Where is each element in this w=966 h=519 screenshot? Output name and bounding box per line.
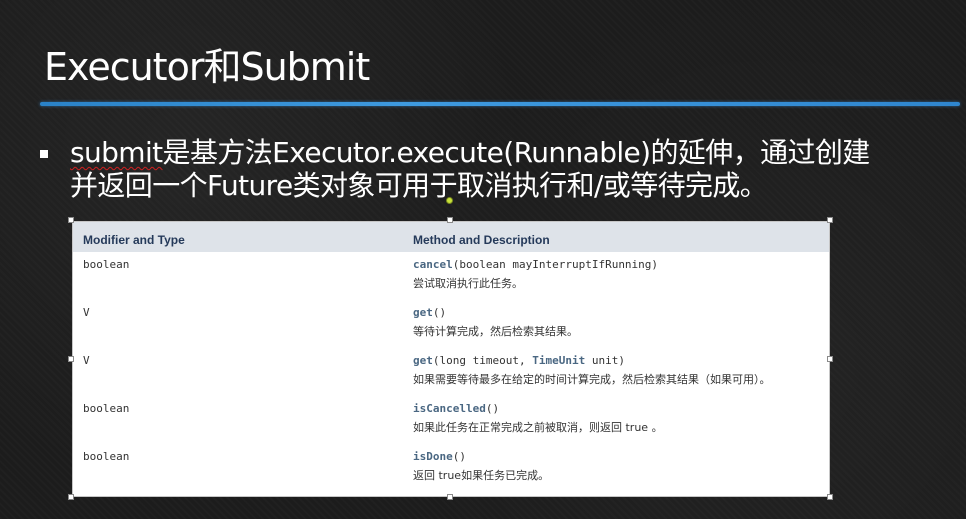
spellcheck-underlined-word: submit — [70, 136, 163, 169]
table-row: boolean cancel(boolean mayInterruptIfRun… — [73, 252, 829, 300]
method-name: get — [413, 354, 433, 367]
method-args-post: unit) — [585, 354, 625, 367]
bullet-point: submit是基方法Executor.execute(Runnable)的延伸，… — [40, 136, 950, 202]
method-table-image[interactable]: Modifier and Type Method and Description… — [72, 221, 830, 497]
method-args: () — [452, 450, 466, 463]
method-signature: isDone() — [413, 450, 819, 463]
resize-handle-right[interactable] — [827, 356, 833, 362]
table-row: V get() 等待计算完成，然后检索其结果。 — [73, 300, 829, 348]
title-underline-bar — [40, 102, 960, 106]
method-args: () — [432, 306, 447, 319]
method-description: 如果需要等待最多在给定的时间计算完成，然后检索其结果（如果可用）。 — [413, 373, 771, 386]
row-type: V — [83, 306, 90, 319]
row-type: boolean — [83, 258, 130, 271]
table-header-row: Modifier and Type Method and Description — [73, 222, 829, 252]
row-type: boolean — [83, 450, 130, 463]
method-args: (boolean mayInterruptIfRunning) — [452, 258, 659, 271]
resize-handle-bottom[interactable] — [447, 494, 453, 500]
bullet-text-line2: 并返回一个Future类对象可用于取消执行和/或等待完成。 — [70, 169, 768, 202]
row-type: V — [83, 354, 90, 367]
table-row: boolean isDone() 返回 true如果任务已完成。 — [73, 444, 829, 492]
row-method-cell: get() 等待计算完成，然后检索其结果。 — [403, 300, 829, 348]
resize-handle-top-right[interactable] — [827, 217, 833, 223]
method-name: get — [413, 306, 433, 319]
resize-handle-bottom-right[interactable] — [827, 494, 833, 500]
method-args-pre: (long timeout, — [432, 354, 533, 367]
method-description: 尝试取消执行此任务。 — [413, 277, 523, 290]
method-args: () — [485, 402, 500, 415]
bullet-text: submit是基方法Executor.execute(Runnable)的延伸，… — [70, 136, 950, 202]
header-modifier-type: Modifier and Type — [73, 222, 403, 252]
table-row: V get(long timeout, TimeUnit unit) 如果需要等… — [73, 348, 829, 396]
method-signature: isCancelled() — [413, 402, 819, 415]
bullet-square-icon — [40, 150, 48, 158]
bullet-text-line1: 是基方法Executor.execute(Runnable)的延伸，通过创建 — [162, 136, 871, 169]
resize-handle-left[interactable] — [68, 356, 74, 362]
resize-handle-bottom-left[interactable] — [68, 494, 74, 500]
method-signature: get(long timeout, TimeUnit unit) — [413, 354, 819, 367]
method-description: 等待计算完成，然后检索其结果。 — [413, 325, 578, 338]
row-method-cell: get(long timeout, TimeUnit unit) 如果需要等待最… — [403, 348, 829, 396]
method-signature: cancel(boolean mayInterruptIfRunning) — [413, 258, 819, 271]
method-name: isDone — [413, 450, 453, 463]
method-description: 如果此任务在正常完成之前被取消，则返回 true 。 — [413, 421, 663, 434]
row-method-cell: cancel(boolean mayInterruptIfRunning) 尝试… — [403, 252, 829, 300]
method-param-type: TimeUnit — [532, 354, 586, 367]
resize-handle-top[interactable] — [447, 217, 453, 223]
row-method-cell: isCancelled() 如果此任务在正常完成之前被取消，则返回 true 。 — [403, 396, 829, 444]
method-signature: get() — [413, 306, 819, 319]
row-type: boolean — [83, 402, 130, 415]
method-name: isCancelled — [413, 402, 486, 415]
resize-handle-top-left[interactable] — [68, 217, 74, 223]
slide-title: Executor和Submit — [44, 45, 370, 89]
method-name: cancel — [413, 258, 453, 271]
header-method-description: Method and Description — [403, 222, 829, 252]
table-row: boolean isCancelled() 如果此任务在正常完成之前被取消，则返… — [73, 396, 829, 444]
method-description: 返回 true如果任务已完成。 — [413, 469, 550, 482]
rotate-handle[interactable] — [446, 197, 453, 204]
method-summary-table: Modifier and Type Method and Description… — [73, 222, 829, 492]
row-method-cell: isDone() 返回 true如果任务已完成。 — [403, 444, 829, 492]
